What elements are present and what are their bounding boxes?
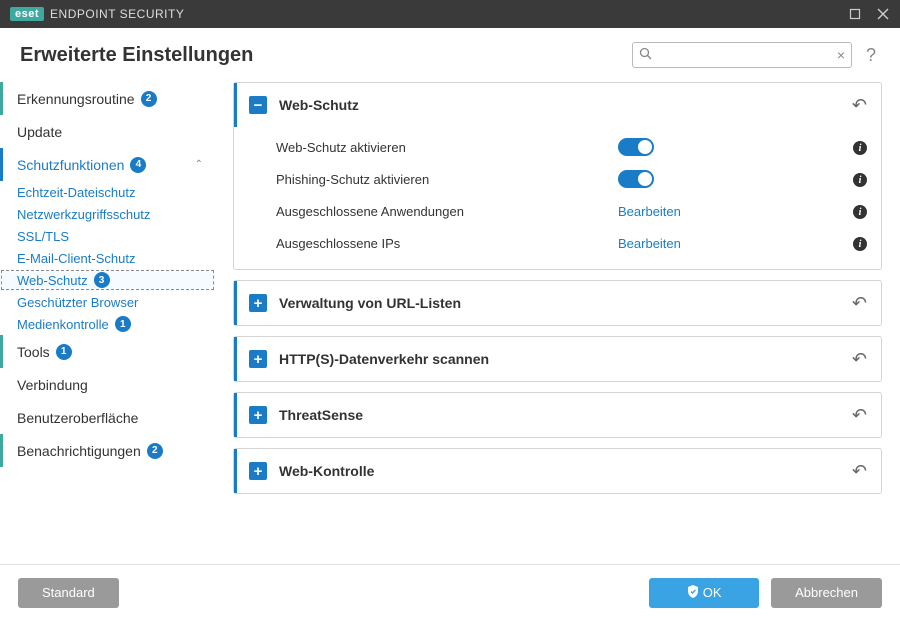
info-icon[interactable]: i (853, 237, 867, 251)
edit-link-anwendungen[interactable]: Bearbeiten (618, 204, 681, 219)
panel-header-threatsense[interactable]: + ThreatSense ↶ (234, 393, 881, 437)
clear-search-icon[interactable]: × (837, 47, 845, 63)
row-ausgeschlossene-anwendungen: Ausgeschlossene Anwendungen Bearbeiten i (248, 195, 867, 227)
expand-icon[interactable]: + (249, 462, 267, 480)
sidebar-item-update[interactable]: Update (0, 115, 215, 148)
sidebar: Erkennungsroutine 2 Update Schutzfunktio… (0, 78, 215, 564)
badge: 2 (141, 91, 157, 107)
reset-icon[interactable]: ↶ (852, 349, 867, 370)
search-box[interactable]: × (632, 42, 852, 68)
sidebar-sub-webschutz[interactable]: Web-Schutz 3 (0, 269, 215, 291)
reset-icon[interactable]: ↶ (852, 95, 867, 116)
panel-url-listen: + Verwaltung von URL-Listen ↶ (233, 280, 882, 326)
panel-header-http-scan[interactable]: + HTTP(S)-Datenverkehr scannen ↶ (234, 337, 881, 381)
info-icon[interactable]: i (853, 141, 867, 155)
shield-icon (687, 585, 699, 601)
reset-icon[interactable]: ↶ (852, 293, 867, 314)
sidebar-sub-medien[interactable]: Medienkontrolle 1 (0, 313, 215, 335)
expand-icon[interactable]: + (249, 350, 267, 368)
panel-title: Web-Kontrolle (279, 463, 374, 479)
panel-title: Verwaltung von URL-Listen (279, 295, 461, 311)
page-title: Erweiterte Einstellungen (20, 44, 253, 67)
sidebar-sub-browser[interactable]: Geschützter Browser (0, 291, 215, 313)
help-icon[interactable]: ? (862, 45, 880, 66)
brand-badge: eset (10, 7, 44, 21)
expand-icon[interactable]: + (249, 406, 267, 424)
header: Erweiterte Einstellungen × ? (0, 28, 900, 78)
panel-title: HTTP(S)-Datenverkehr scannen (279, 351, 489, 367)
panel-header-web-kontrolle[interactable]: + Web-Kontrolle ↶ (234, 449, 881, 493)
row-ausgeschlossene-ips: Ausgeschlossene IPs Bearbeiten i (248, 227, 867, 259)
sidebar-item-verbindung[interactable]: Verbindung (0, 368, 215, 401)
search-input[interactable] (652, 48, 837, 63)
collapse-icon[interactable]: − (249, 96, 267, 114)
panel-title: Web-Schutz (279, 97, 359, 113)
sidebar-item-erkennungsroutine[interactable]: Erkennungsroutine 2 (0, 82, 215, 115)
row-phishing-schutz: Phishing-Schutz aktivieren i (248, 163, 867, 195)
close-icon[interactable] (876, 7, 890, 21)
badge: 1 (56, 344, 72, 360)
titlebar: eset ENDPOINT SECURITY (0, 0, 900, 28)
sidebar-sub-ssltls[interactable]: SSL/TLS (0, 225, 215, 247)
footer: Standard OK Abbrechen (0, 564, 900, 620)
panel-threatsense: + ThreatSense ↶ (233, 392, 882, 438)
maximize-icon[interactable] (848, 7, 862, 21)
expand-icon[interactable]: + (249, 294, 267, 312)
badge: 3 (94, 272, 110, 288)
toggle-phishing-schutz[interactable] (618, 170, 654, 188)
info-icon[interactable]: i (853, 205, 867, 219)
toggle-web-schutz[interactable] (618, 138, 654, 156)
info-icon[interactable]: i (853, 173, 867, 187)
row-web-schutz-aktivieren: Web-Schutz aktivieren i (248, 131, 867, 163)
panel-header-url-listen[interactable]: + Verwaltung von URL-Listen ↶ (234, 281, 881, 325)
sidebar-sub-email[interactable]: E-Mail-Client-Schutz (0, 247, 215, 269)
cancel-button[interactable]: Abbrechen (771, 578, 882, 608)
sidebar-sub-netzwerk[interactable]: Netzwerkzugriffsschutz (0, 203, 215, 225)
sidebar-item-tools[interactable]: Tools 1 (0, 335, 215, 368)
reset-icon[interactable]: ↶ (852, 405, 867, 426)
panel-header-web-schutz[interactable]: − Web-Schutz ↶ (234, 83, 881, 127)
default-button[interactable]: Standard (18, 578, 119, 608)
badge: 1 (115, 316, 131, 332)
sidebar-item-benutzeroberflaeche[interactable]: Benutzeroberfläche (0, 401, 215, 434)
panel-web-kontrolle: + Web-Kontrolle ↶ (233, 448, 882, 494)
edit-link-ips[interactable]: Bearbeiten (618, 236, 681, 251)
panel-http-scan: + HTTP(S)-Datenverkehr scannen ↶ (233, 336, 882, 382)
chevron-up-icon: ⌃ (195, 159, 203, 170)
product-name: ENDPOINT SECURITY (50, 7, 184, 21)
main-content: − Web-Schutz ↶ Web-Schutz aktivieren i P… (215, 78, 890, 564)
search-icon (639, 47, 652, 63)
ok-button[interactable]: OK (649, 578, 759, 608)
reset-icon[interactable]: ↶ (852, 461, 867, 482)
badge: 2 (147, 443, 163, 459)
badge: 4 (130, 157, 146, 173)
sidebar-sub-echtzeit[interactable]: Echtzeit-Dateischutz (0, 181, 215, 203)
sidebar-item-benachrichtigungen[interactable]: Benachrichtigungen 2 (0, 434, 215, 467)
sidebar-item-schutzfunktionen[interactable]: Schutzfunktionen 4 ⌃ (0, 148, 215, 181)
panel-web-schutz: − Web-Schutz ↶ Web-Schutz aktivieren i P… (233, 82, 882, 270)
panel-title: ThreatSense (279, 407, 363, 423)
